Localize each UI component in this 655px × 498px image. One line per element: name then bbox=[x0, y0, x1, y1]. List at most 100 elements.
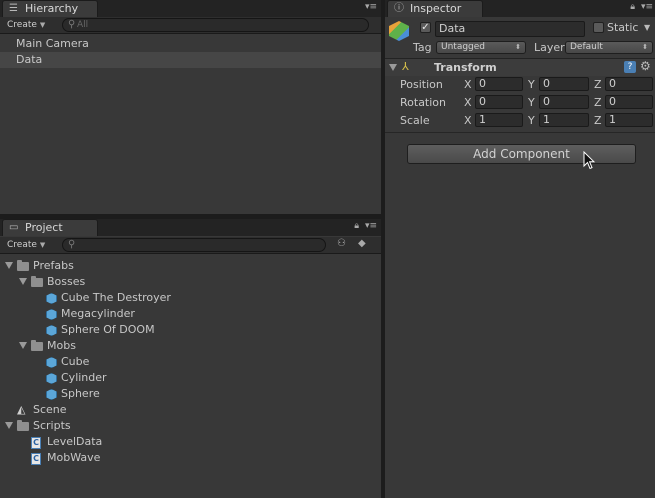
project-search-input[interactable]: ⚲ bbox=[62, 238, 326, 252]
transform-component-header[interactable]: ⅄ Transform ? ⚙ bbox=[385, 59, 655, 76]
dropdown-arrow-icon: ▼ bbox=[39, 241, 46, 249]
position-z-field[interactable]: 0 bbox=[605, 77, 653, 91]
axis-y-label: Y bbox=[528, 114, 535, 127]
prefab-cube-icon bbox=[46, 309, 57, 320]
panel-menu-icon[interactable]: ▾≡ bbox=[641, 2, 653, 12]
project-item-cube-the-destroyer[interactable]: Cube The Destroyer bbox=[0, 290, 381, 306]
project-panel: ▭ Project 🔒︎ ▾≡ Create ▼ ⚲ ⚇ ◆ Prefabs Bo… bbox=[0, 219, 381, 498]
hierarchy-item-data[interactable]: Data bbox=[0, 52, 381, 68]
tag-value: Untagged bbox=[441, 42, 486, 52]
create-label: Create bbox=[7, 240, 37, 250]
hierarchy-search-input[interactable]: ⚲ All bbox=[62, 18, 369, 32]
tab-project-label: Project bbox=[25, 221, 63, 234]
tree-item-label: Cube bbox=[61, 355, 90, 368]
axis-z-label: Z bbox=[594, 78, 602, 91]
project-item-sphere[interactable]: Sphere bbox=[0, 386, 381, 402]
project-item-mobwave[interactable]: C MobWave bbox=[0, 450, 381, 466]
help-icon[interactable]: ? bbox=[624, 61, 636, 73]
project-item-cube[interactable]: Cube bbox=[0, 354, 381, 370]
hierarchy-tabbar: ☰ Hierarchy ▾≡ bbox=[0, 0, 381, 17]
static-label: Static bbox=[607, 21, 639, 34]
lock-icon[interactable]: 🔒︎ bbox=[354, 221, 359, 231]
fold-arrow-icon[interactable] bbox=[19, 278, 27, 285]
project-item-sphere-of-doom[interactable]: Sphere Of DOOM bbox=[0, 322, 381, 338]
project-item-scripts[interactable]: Scripts bbox=[0, 418, 381, 434]
search-icon: ⚲ bbox=[68, 19, 76, 30]
tree-item-label: Prefabs bbox=[33, 259, 74, 272]
position-x-field[interactable]: 0 bbox=[475, 77, 523, 91]
gameobject-icon bbox=[389, 21, 409, 41]
dropdown-arrow-icon: ▼ bbox=[39, 21, 46, 29]
rotation-y-field[interactable]: 0 bbox=[539, 95, 589, 109]
prefab-cube-icon bbox=[46, 357, 57, 368]
fold-arrow-icon[interactable] bbox=[19, 342, 27, 349]
tree-item-label: Cube The Destroyer bbox=[61, 291, 171, 304]
inspector-panel: ⓘ Inspector 🔒︎ ▾≡ ✓ Data Static ▼ Tag Un… bbox=[385, 0, 655, 498]
layer-dropdown[interactable]: Default ⬍ bbox=[565, 41, 653, 54]
rotation-x-field[interactable]: 0 bbox=[475, 95, 523, 109]
tag-dropdown[interactable]: Untagged ⬍ bbox=[436, 41, 526, 54]
folder-icon bbox=[31, 276, 43, 287]
position-y-field[interactable]: 0 bbox=[539, 77, 589, 91]
hierarchy-create-button[interactable]: Create ▼ bbox=[7, 18, 45, 33]
project-item-scene[interactable]: ◭ Scene bbox=[0, 402, 381, 418]
axis-x-label: X bbox=[464, 78, 472, 91]
active-checkbox[interactable]: ✓ bbox=[420, 22, 431, 33]
folder-tab-icon: ▭ bbox=[9, 222, 19, 233]
fold-arrow-icon[interactable] bbox=[389, 64, 397, 71]
scale-z-field[interactable]: 1 bbox=[605, 113, 653, 127]
csharp-script-icon: C bbox=[31, 437, 41, 449]
axis-y-label: Y bbox=[528, 96, 535, 109]
prefab-cube-icon bbox=[46, 389, 57, 400]
folder-icon bbox=[17, 260, 29, 271]
rotation-z-field[interactable]: 0 bbox=[605, 95, 653, 109]
gear-icon[interactable]: ⚙ bbox=[640, 59, 651, 73]
tree-item-label: LevelData bbox=[47, 435, 103, 448]
project-item-megacylinder[interactable]: Megacylinder bbox=[0, 306, 381, 322]
add-component-button[interactable]: Add Component bbox=[407, 144, 636, 164]
lock-icon[interactable]: 🔒︎ bbox=[630, 2, 635, 12]
project-item-prefabs[interactable]: Prefabs bbox=[0, 258, 381, 274]
axis-z-label: Z bbox=[594, 96, 602, 109]
prefab-cube-icon bbox=[46, 293, 57, 304]
tree-item-label: Scene bbox=[33, 403, 67, 416]
static-checkbox[interactable] bbox=[593, 22, 604, 33]
component-separator bbox=[385, 132, 655, 133]
filter-by-type-icon[interactable]: ⚇ bbox=[337, 238, 346, 249]
project-item-leveldata[interactable]: C LevelData bbox=[0, 434, 381, 450]
tree-item-label: Bosses bbox=[47, 275, 86, 288]
transform-icon: ⅄ bbox=[402, 60, 409, 73]
dropdown-arrow-icon: ⬍ bbox=[642, 43, 648, 51]
static-dropdown-arrow-icon[interactable]: ▼ bbox=[644, 23, 650, 32]
fold-arrow-icon[interactable] bbox=[5, 422, 13, 429]
rotation-label: Rotation bbox=[400, 96, 447, 109]
mouse-cursor-icon bbox=[583, 151, 595, 170]
tab-hierarchy[interactable]: ☰ Hierarchy bbox=[2, 0, 98, 17]
project-item-bosses[interactable]: Bosses bbox=[0, 274, 381, 290]
tab-project[interactable]: ▭ Project bbox=[2, 219, 98, 236]
tree-item-label: MobWave bbox=[47, 451, 101, 464]
project-item-cylinder[interactable]: Cylinder bbox=[0, 370, 381, 386]
tree-item-label: Megacylinder bbox=[61, 307, 135, 320]
panel-menu-icon[interactable]: ▾≡ bbox=[365, 221, 377, 231]
panel-menu-icon[interactable]: ▾≡ bbox=[365, 2, 377, 12]
project-create-button[interactable]: Create ▼ bbox=[7, 238, 45, 253]
project-item-mobs[interactable]: Mobs bbox=[0, 338, 381, 354]
axis-x-label: X bbox=[464, 96, 472, 109]
filter-by-label-icon[interactable]: ◆ bbox=[358, 238, 366, 249]
inspector-tabbar: ⓘ Inspector 🔒︎ ▾≡ bbox=[385, 0, 655, 17]
info-icon: ⓘ bbox=[394, 3, 404, 14]
object-name-field[interactable]: Data bbox=[435, 21, 585, 37]
hierarchy-item-main-camera[interactable]: Main Camera bbox=[0, 36, 381, 52]
scale-y-field[interactable]: 1 bbox=[539, 113, 589, 127]
fold-arrow-icon[interactable] bbox=[5, 262, 13, 269]
search-placeholder: All bbox=[77, 20, 89, 30]
scale-x-field[interactable]: 1 bbox=[475, 113, 523, 127]
transform-label: Transform bbox=[434, 61, 497, 74]
tree-item-label: Cylinder bbox=[61, 371, 107, 384]
tab-inspector[interactable]: ⓘ Inspector bbox=[387, 0, 483, 17]
tree-item-label: Sphere Of DOOM bbox=[61, 323, 155, 336]
axis-z-label: Z bbox=[594, 114, 602, 127]
position-label: Position bbox=[400, 78, 443, 91]
axis-x-label: X bbox=[464, 114, 472, 127]
